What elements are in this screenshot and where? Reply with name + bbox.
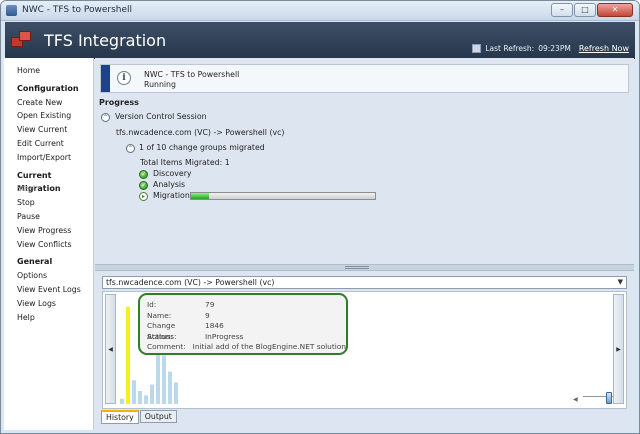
- step-discovery-label: Discovery: [153, 169, 192, 178]
- tip-status-value: InProgress: [205, 331, 244, 341]
- nav-heading-current-migration: Current Migration: [17, 170, 61, 194]
- nav-import-export[interactable]: Import/Export: [17, 151, 93, 165]
- history-bar[interactable]: [138, 391, 142, 404]
- history-bar[interactable]: [120, 398, 124, 404]
- history-tabs: History Output: [101, 410, 178, 424]
- tip-name-label: Name:: [147, 310, 172, 320]
- session-card: i NWC - TFS to Powershell Running: [100, 64, 629, 93]
- step-analysis-label: Analysis: [153, 180, 186, 189]
- change-group-tooltip: Id: 79 Name: 9 Change Actions: 1846 Status:…: [138, 293, 348, 355]
- tab-history[interactable]: History: [101, 410, 139, 424]
- scroll-right-arrow-icon[interactable]: ▶: [613, 294, 624, 404]
- tip-comment-label: Comment:: [147, 342, 186, 352]
- history-bar[interactable]: [126, 306, 130, 404]
- history-bar[interactable]: [132, 380, 136, 404]
- scroll-left-arrow-icon[interactable]: ◀: [105, 294, 116, 404]
- refresh-icon: [472, 44, 482, 53]
- analysis-check-icon: ✓: [139, 181, 148, 190]
- window-controls: – □ ✕: [551, 3, 633, 17]
- splitter-grip-icon[interactable]: [345, 266, 369, 269]
- session-accent-bar: [101, 65, 110, 92]
- app-title: TFS Integration: [44, 31, 167, 50]
- progress-panel: i NWC - TFS to Powershell Running Progre…: [95, 58, 634, 264]
- last-refresh-time: 09:23PM: [538, 44, 571, 53]
- zoom-slider-thumb[interactable]: [606, 392, 612, 404]
- nav-pause[interactable]: Pause: [17, 210, 93, 224]
- tip-id-label: Id:: [147, 300, 157, 309]
- tab-output[interactable]: Output: [139, 410, 177, 423]
- panel-splitter[interactable]: [95, 264, 634, 271]
- history-bar[interactable]: [162, 355, 166, 404]
- session-path-label: tfs.nwcadence.com (VC) -> Powershell (vc…: [116, 128, 285, 137]
- migration-progress-bar: [190, 192, 376, 200]
- migration-play-icon: ▸: [139, 192, 148, 201]
- collapse-groups-chevron-up-icon[interactable]: ⌃: [126, 144, 135, 153]
- nav-view-logs[interactable]: View Logs: [17, 297, 93, 311]
- refresh-now-link[interactable]: Refresh Now: [579, 44, 629, 53]
- maximize-button[interactable]: □: [574, 3, 596, 17]
- nav-open-existing[interactable]: Open Existing: [17, 109, 93, 123]
- history-bar[interactable]: [150, 384, 154, 404]
- app-header: TFS Integration Last Refresh: 09:23PM Re…: [5, 22, 635, 59]
- sidebar-nav: Home Configuration Create New Open Exist…: [4, 58, 94, 430]
- window-title: NWC - TFS to Powershell: [22, 5, 133, 15]
- minimize-button[interactable]: –: [551, 3, 573, 17]
- discovery-check-icon: ✓: [139, 170, 148, 179]
- history-chart[interactable]: ◀ Id: 79 Name: 9 Change Actions: 1846 Statu…: [102, 291, 627, 409]
- history-bar[interactable]: [168, 371, 172, 404]
- change-groups-label: 1 of 10 change groups migrated: [139, 143, 265, 152]
- nav-help[interactable]: Help: [17, 311, 93, 325]
- tfs-logo-icon: [11, 30, 33, 50]
- tip-name-value: 9: [205, 310, 210, 320]
- history-panel: tfs.nwcadence.com (VC) -> Powershell (vc…: [95, 271, 634, 430]
- tip-comment-value: Initial add of the BlogEngine.NET soluti…: [192, 342, 346, 352]
- scroll-left-small-icon[interactable]: ◀: [573, 396, 578, 403]
- nav-options[interactable]: Options: [17, 269, 93, 283]
- last-refresh-label: Last Refresh:: [485, 44, 535, 53]
- tip-status-label: Status:: [147, 331, 174, 341]
- tip-id-value: 79: [205, 300, 215, 309]
- chevron-down-icon[interactable]: ▼: [618, 277, 623, 288]
- nav-heading-configuration: Configuration: [17, 83, 79, 93]
- progress-heading: Progress: [99, 98, 139, 107]
- title-bar[interactable]: NWC - TFS to Powershell – □ ✕: [1, 1, 639, 21]
- nav-home[interactable]: Home: [17, 64, 93, 78]
- tip-changes-value: 1846: [205, 321, 224, 331]
- tip-changes-label: Change Actions:: [147, 321, 177, 341]
- step-migration-label: Migration: [153, 191, 190, 200]
- session-pair-value: tfs.nwcadence.com (VC) -> Powershell (vc…: [106, 278, 275, 287]
- total-items-label: Total Items Migrated: 1: [140, 158, 230, 167]
- history-bar[interactable]: [144, 395, 148, 404]
- nav-view-event-logs[interactable]: View Event Logs: [17, 283, 93, 297]
- session-status: Running: [144, 80, 176, 89]
- session-name: NWC - TFS to Powershell: [144, 70, 240, 79]
- nav-edit-current[interactable]: Edit Current: [17, 137, 93, 151]
- nav-stop[interactable]: Stop: [17, 196, 93, 210]
- migration-progress-fill: [191, 193, 210, 199]
- app-icon: [6, 5, 17, 16]
- nav-create-new[interactable]: Create New: [17, 96, 93, 110]
- nav-view-current[interactable]: View Current: [17, 123, 93, 137]
- session-pair-select[interactable]: tfs.nwcadence.com (VC) -> Powershell (vc…: [102, 276, 627, 289]
- version-control-session-label: Version Control Session: [115, 112, 207, 121]
- nav-view-conflicts[interactable]: View Conflicts: [17, 238, 93, 252]
- collapse-vcs-chevron-up-icon[interactable]: ⌃: [101, 113, 110, 122]
- refresh-area: Last Refresh: 09:23PM Refresh Now: [472, 44, 629, 53]
- nav-heading-general: General: [17, 257, 53, 267]
- close-button[interactable]: ✕: [597, 3, 633, 17]
- nav-view-progress[interactable]: View Progress: [17, 224, 93, 238]
- info-icon: i: [117, 71, 131, 85]
- history-bar[interactable]: [174, 382, 178, 404]
